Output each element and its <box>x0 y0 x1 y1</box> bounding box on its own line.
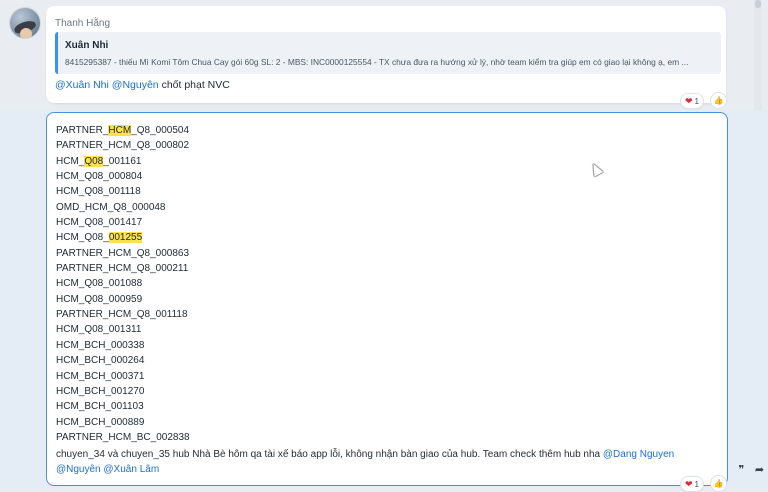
list-item: HCM_BCH_000371 <box>56 370 145 382</box>
list-item: HCM_Q08_001088 <box>56 278 143 290</box>
search-highlight: HCM <box>108 125 132 136</box>
thumbs-up-icon[interactable]: 👍 <box>710 92 727 109</box>
reaction-badge[interactable]: ❤ 1 <box>680 476 704 492</box>
message-body: chuyen_34 và chuyen_35 hub Nhà Bè hôm qa… <box>56 449 601 460</box>
mention-link[interactable]: @Xuân Lâm <box>103 464 159 475</box>
list-item: PARTNER_HCM_Q8_000504 <box>56 125 190 136</box>
message-text: @Xuân Nhi @Nguyên chốt phạt NVC <box>55 79 230 91</box>
mention-link[interactable]: @Nguyên <box>56 464 101 475</box>
list-item: PARTNER_HCM_Q8_000211 <box>56 263 189 275</box>
share-icon[interactable]: ➦ <box>751 461 768 478</box>
avatar[interactable] <box>10 8 40 38</box>
list-item: HCM_Q08_001161 <box>56 155 142 167</box>
list-item: HCM_Q08_000804 <box>56 171 143 183</box>
list-item: HCM_BCH_001270 <box>56 385 145 397</box>
list-item: HCM_BCH_001103 <box>56 401 144 413</box>
quoted-message[interactable]: Xuân Nhi 8415295387 - thiếu Mì Komi Tôm … <box>55 32 721 74</box>
avatar-face-shape <box>20 28 32 38</box>
quote-text: 8415295387 - thiếu Mì Komi Tôm Chua Cay … <box>65 57 689 67</box>
list-item: HCM_Q08_001118 <box>56 186 141 198</box>
message-body: chốt phạt NVC <box>161 79 230 91</box>
reaction-count: 1 <box>694 96 699 106</box>
mention-link[interactable]: @Dang Nguyen <box>603 449 674 460</box>
sender-name: Thanh Hằng <box>55 18 111 29</box>
list-item: HCM_Q08_001311 <box>56 324 142 336</box>
thumbs-up-icon[interactable]: 👍 <box>710 475 727 492</box>
message-bubble[interactable]: PARTNER_HCM_Q8_000504 PARTNER_HCM_Q8_000… <box>46 112 728 486</box>
search-highlight: Q08 <box>84 155 104 167</box>
mention-link[interactable]: @Xuân Nhi <box>55 79 109 91</box>
list-item: HCM_Q08_001417 <box>56 217 143 229</box>
quote-author: Xuân Nhi <box>65 40 109 51</box>
list-item: HCM_BCH_000264 <box>56 355 145 367</box>
scrollbar-thumb[interactable] <box>755 0 761 8</box>
reaction-badge[interactable]: ❤ 1 <box>680 93 704 109</box>
code-list: PARTNER_HCM_Q8_000504 PARTNER_HCM_Q8_000… <box>56 123 190 445</box>
list-item: HCM_BCH_000889 <box>56 416 145 428</box>
message-text: chuyen_34 và chuyen_35 hub Nhà Bè hôm qa… <box>56 447 718 478</box>
quote-icon[interactable]: ❞ <box>733 461 750 478</box>
list-item: PARTNER_HCM_Q8_000863 <box>56 247 190 259</box>
reaction-count: 1 <box>694 479 699 489</box>
list-item: HCM_Q08_001255 <box>56 232 143 244</box>
message-bubble[interactable]: Thanh Hằng Xuân Nhi 8415295387 - thiếu M… <box>46 6 726 103</box>
heart-icon: ❤ <box>685 95 693 106</box>
list-item: OMD_HCM_Q8_000048 <box>56 201 166 213</box>
search-highlight: 001255 <box>108 232 143 244</box>
list-item: PARTNER_HCM_Q8_000802 <box>56 140 190 152</box>
list-item: PARTNER_HCM_Q8_001118 <box>56 309 188 321</box>
mention-link[interactable]: @Nguyên <box>112 79 159 91</box>
list-item: HCM_Q08_000959 <box>56 293 143 305</box>
list-item: HCM_BCH_000338 <box>56 339 145 351</box>
list-item: PARTNER_HCM_BC_002838 <box>56 431 190 443</box>
